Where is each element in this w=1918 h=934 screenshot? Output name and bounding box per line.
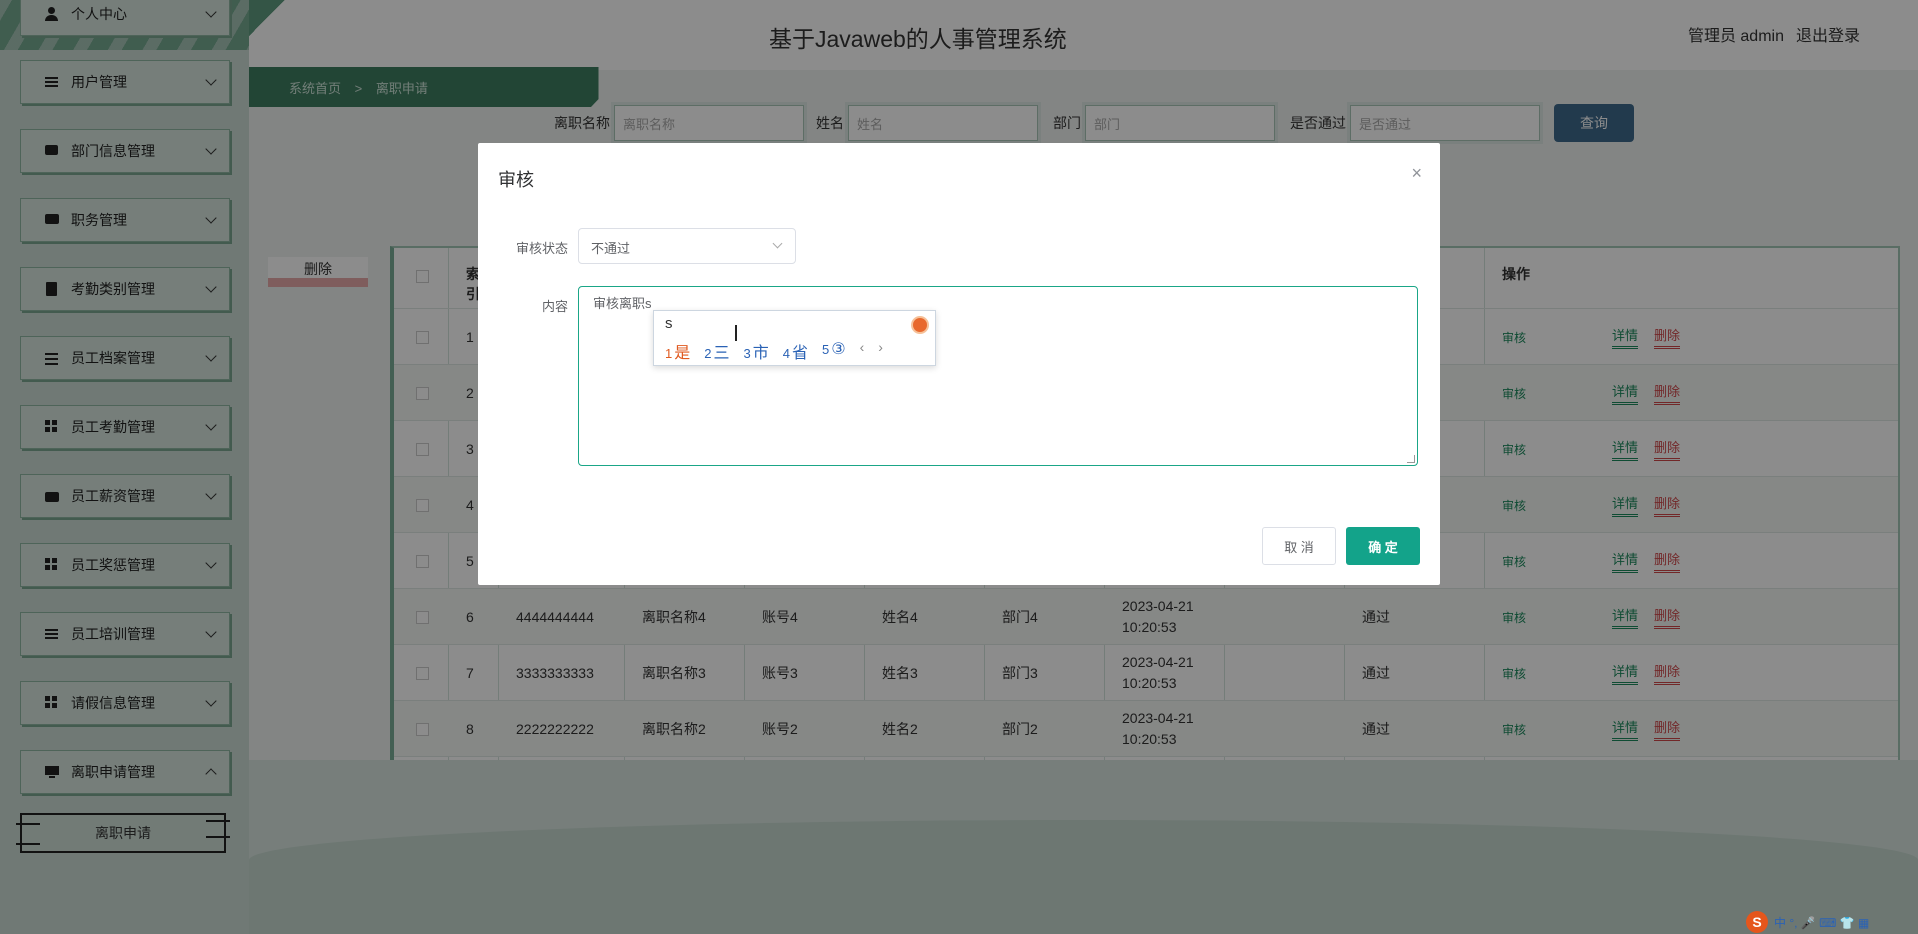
ime-logo-icon xyxy=(911,316,929,334)
ime-candidate[interactable]: 5③ xyxy=(822,339,846,363)
ime-typed-text: s xyxy=(665,315,673,332)
ime-candidate[interactable]: 3市 xyxy=(744,339,769,363)
content-label: 内容 xyxy=(541,299,568,314)
ime-status-bar: S 中 °, 🎤 ⌨ 👕 ▦ xyxy=(1742,910,1918,934)
cancel-button[interactable]: 取 消 xyxy=(1262,527,1336,565)
dialog-title: 审核 xyxy=(498,170,534,190)
status-select[interactable]: 不通过 xyxy=(578,228,796,264)
ime-prev-icon[interactable]: ‹ xyxy=(860,339,865,363)
text-cursor-icon xyxy=(735,325,737,341)
close-icon[interactable]: × xyxy=(1411,163,1422,184)
ime-candidate[interactable]: 1是 xyxy=(665,339,690,363)
content-text: 审核离职s xyxy=(593,296,652,311)
sogou-logo-icon[interactable]: S xyxy=(1746,911,1768,933)
confirm-button[interactable]: 确 定 xyxy=(1346,527,1420,565)
ime-candidate[interactable]: 4省 xyxy=(783,339,808,363)
app-window: 个人中心 用户管理 部门信息管理 职务管理 考勤类别管理 员工档案管理 员工考勤… xyxy=(0,0,1918,934)
ime-candidate[interactable]: 2三 xyxy=(704,339,729,363)
resize-handle[interactable] xyxy=(1407,455,1415,463)
status-select-value: 不通过 xyxy=(591,241,631,256)
ime-candidate-window: s 1是 2三 3市 4省 5③ ‹ › xyxy=(653,310,936,366)
ime-candidates: 1是 2三 3市 4省 5③ ‹ › xyxy=(665,339,883,363)
status-label: 审核状态 xyxy=(515,241,568,256)
audit-dialog: 审核 × 审核状态 不通过 内容 审核离职s 取 消 确 定 xyxy=(478,143,1440,585)
ime-toolbar-icons[interactable]: 中 °, 🎤 ⌨ 👕 ▦ xyxy=(1774,914,1869,931)
chevron-down-icon xyxy=(772,238,783,249)
ime-next-icon[interactable]: › xyxy=(878,339,883,363)
